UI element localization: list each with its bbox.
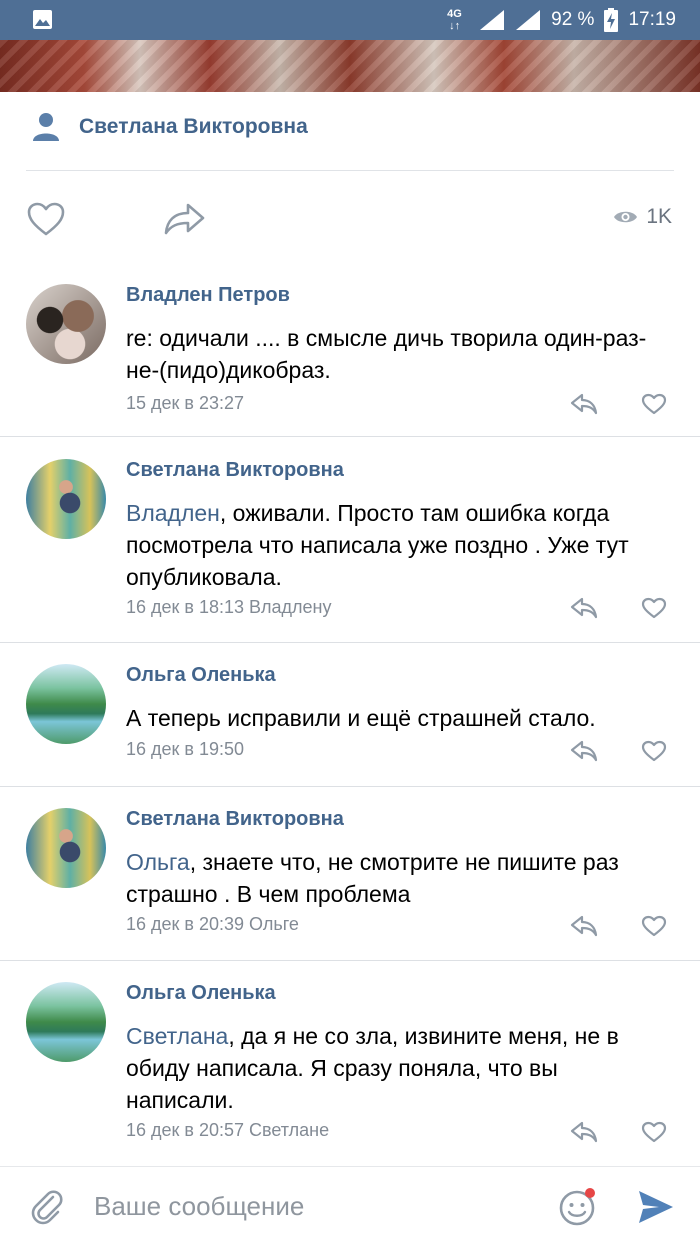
comment-meta: 16 дек в 19:50 [126,739,245,759]
comment-meta: 15 дек в 23:27 [126,393,245,413]
comment-author[interactable]: Ольга Оленька [126,982,276,1005]
comment-meta: 16 дек в 20:39 Ольге [126,914,299,934]
comment-divider [0,786,700,787]
network-indicator: 4G ↓↑ [447,7,469,33]
person-icon [33,113,59,141]
like-heart-icon[interactable] [641,740,667,762]
comment-body: А теперь исправили и ещё страшней стало. [126,705,596,731]
avatar[interactable] [26,284,106,364]
clock: 17:19 [628,9,676,30]
comment-body: re: одичали .... в смысле дичь творила о… [126,325,647,383]
mention-link[interactable]: Светлана [126,1023,228,1049]
avatar[interactable] [26,664,106,744]
status-bar: 4G ↓↑ 92 % 17:19 [0,0,700,40]
network-type: 4G [447,8,462,20]
avatar[interactable] [26,982,106,1062]
comment-text: Ольга, знаете что, не смотрите не пишите… [126,846,666,910]
reply-icon[interactable] [570,915,598,937]
comment-text: Владлен, оживали. Просто там ошибка когд… [126,497,666,593]
comment-divider [0,960,700,961]
comment: Владлен Петров re: одичали .... в смысле… [0,284,700,436]
mention-link[interactable]: Ольга [126,849,190,875]
battery-charging-icon [604,8,619,32]
avatar[interactable] [26,808,106,888]
attach-paperclip-icon[interactable] [29,1187,63,1225]
comment-meta: 16 дек в 20:57 Светлане [126,1120,330,1140]
comment-text: А теперь исправили и ещё страшней стало. [126,702,666,734]
battery-percent: 92 % [551,9,595,30]
reply-icon[interactable] [570,740,598,762]
message-composer: Ваше сообщение [0,1166,700,1245]
reply-icon[interactable] [570,393,598,415]
like-heart-icon[interactable] [641,393,667,415]
comment-author[interactable]: Светлана Викторовна [126,808,344,831]
gallery-icon [33,10,52,29]
comment: Ольга Оленька Светлана, да я не со зла, … [0,982,700,1164]
post-actions: 1K [0,171,700,261]
data-arrows-icon: ↓↑ [449,20,461,32]
comment-author[interactable]: Владлен Петров [126,284,290,307]
send-icon[interactable] [637,1189,675,1225]
comment-divider [0,642,700,643]
comment: Ольга Оленька А теперь исправили и ещё с… [0,664,700,786]
signal-icon [480,10,505,30]
emoji-icon[interactable] [558,1187,598,1227]
share-arrow-icon[interactable] [163,201,207,237]
comment: Светлана Викторовна Владлен, оживали. Пр… [0,459,700,642]
avatar[interactable] [26,459,106,539]
comment-author[interactable]: Светлана Викторовна [126,459,344,482]
comment: Светлана Викторовна Ольга, знаете что, н… [0,808,700,960]
comment-divider [0,436,700,437]
signal-icon-2 [516,10,541,30]
post-photo[interactable] [0,40,700,92]
message-input[interactable]: Ваше сообщение [94,1191,304,1222]
like-heart-icon[interactable] [641,915,667,937]
reply-icon[interactable] [570,1121,598,1143]
comment-meta: 16 дек в 18:13 Владлену [126,597,332,617]
like-heart-icon[interactable] [641,1121,667,1143]
like-heart-icon[interactable] [26,201,66,237]
views-count: 1K [646,205,672,228]
post-author-row[interactable]: Светлана Викторовна [0,92,700,170]
like-heart-icon[interactable] [641,597,667,619]
comment-text: Светлана, да я не со зла, извините меня,… [126,1020,666,1116]
mention-link[interactable]: Владлен [126,500,220,526]
post-author-name[interactable]: Светлана Викторовна [79,115,308,139]
comment-body: , знаете что, не смотрите не пишите раз … [126,849,619,907]
eye-icon [614,211,638,223]
reply-icon[interactable] [570,597,598,619]
comment-author[interactable]: Ольга Оленька [126,664,276,687]
comment-text: re: одичали .... в смысле дичь творила о… [126,322,666,386]
views-counter: 1K [613,205,672,229]
